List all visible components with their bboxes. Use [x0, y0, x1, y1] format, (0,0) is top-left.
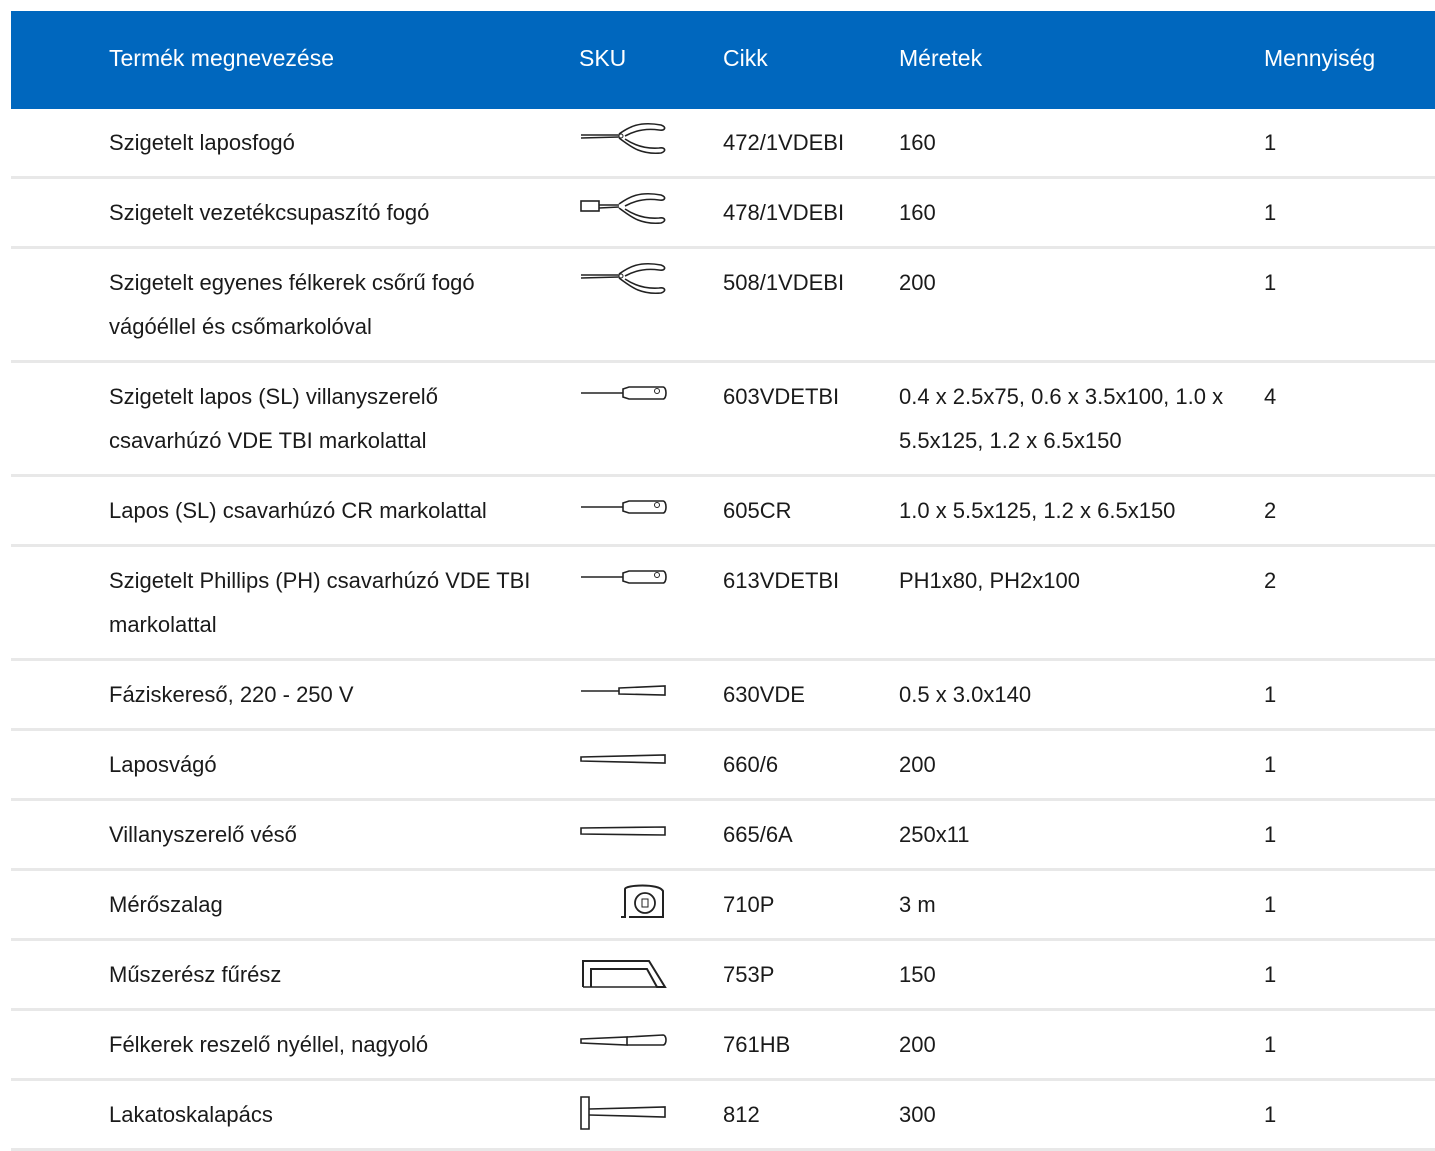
product-name: Villanyszerelő véső [109, 822, 297, 847]
file-icon [579, 1023, 669, 1063]
quantity: 1 [1264, 1102, 1277, 1127]
table-row: Villanyszerelő véső 665/6A 250x11 1 [11, 801, 1435, 871]
sku-cell [579, 941, 669, 988]
quantity: 2 [1264, 568, 1277, 593]
dimensions: 150 [899, 962, 936, 987]
product-table: Termék megnevezése SKU Cikk Méretek Menn… [11, 11, 1435, 1151]
table-row: Szigetelt egyenes félkerek csőrű fogó vá… [11, 249, 1435, 363]
quantity: 1 [1264, 682, 1277, 707]
hammer-icon [579, 1093, 669, 1133]
dimensions: 250x11 [899, 822, 970, 847]
table-row: Szigetelt Phillips (PH) csavarhúzó VDE T… [11, 547, 1435, 661]
article-number: 761HB [723, 1032, 791, 1057]
dimensions: 160 [899, 130, 936, 155]
quantity: 1 [1264, 270, 1277, 295]
table-row: Mérőszalag 710P 3 m 1 [11, 871, 1435, 941]
wire-stripper-icon [579, 191, 669, 231]
column-header-qty: Mennyiség [1264, 45, 1376, 71]
sku-cell [579, 547, 669, 584]
article-number: 605CR [723, 498, 792, 523]
table-row: Laposvágó 660/6 200 1 [11, 731, 1435, 801]
column-header-cikk: Cikk [723, 45, 768, 71]
dimensions: 1.0 x 5.5x125, 1.2 x 6.5x150 [899, 498, 1176, 523]
dimensions: 200 [899, 752, 936, 777]
product-name: Laposvágó [109, 752, 217, 777]
flat-chisel-icon [579, 743, 669, 783]
screwdriver-icon [579, 559, 669, 599]
quantity: 1 [1264, 200, 1277, 225]
pliers-icon [579, 121, 669, 161]
article-number: 472/1VDEBI [723, 130, 845, 155]
quantity: 4 [1264, 384, 1277, 409]
product-name: Szigetelt vezetékcsupaszító fogó [109, 200, 430, 225]
quantity: 1 [1264, 822, 1277, 847]
table-row: Műszerész fűrész 753P 150 1 [11, 941, 1435, 1011]
quantity: 1 [1264, 962, 1277, 987]
table-row: Szigetelt lapos (SL) villanyszerelő csav… [11, 363, 1435, 477]
dimensions: 200 [899, 1032, 936, 1057]
product-name: Szigetelt lapos (SL) villanyszerelő csav… [109, 384, 438, 453]
hacksaw-icon [579, 953, 669, 993]
table-body: Szigetelt laposfogó 472/1VDEBI 160 1 Szigete… [11, 109, 1435, 1151]
screwdriver-icon [579, 489, 669, 529]
product-name: Lapos (SL) csavarhúzó CR markolattal [109, 498, 487, 523]
dimensions: 3 m [899, 892, 936, 917]
chisel-icon [579, 813, 669, 853]
sku-cell [579, 477, 669, 514]
product-name: Műszerész fűrész [109, 962, 282, 987]
quantity: 1 [1264, 1032, 1277, 1057]
article-number: 603VDETBI [723, 384, 840, 409]
sku-cell [579, 179, 669, 225]
dimensions: PH1x80, PH2x100 [899, 568, 1080, 593]
sku-cell [579, 801, 669, 836]
sku-cell [579, 871, 669, 918]
table-row: Félkerek reszelő nyéllel, nagyoló 761HB 20… [11, 1011, 1435, 1081]
dimensions: 200 [899, 270, 936, 295]
quantity: 1 [1264, 130, 1277, 155]
tape-measure-icon [579, 883, 669, 923]
column-header-name: Termék megnevezése [109, 45, 334, 71]
table-row: Lapos (SL) csavarhúzó CR markolattal 605C… [11, 477, 1435, 547]
article-number: 508/1VDEBI [723, 270, 845, 295]
pliers-icon [579, 261, 669, 301]
screwdriver-icon [579, 375, 669, 415]
sku-cell [579, 661, 669, 696]
sku-cell [579, 249, 669, 295]
sku-cell [579, 363, 669, 400]
article-number: 812 [723, 1102, 760, 1127]
article-number: 613VDETBI [723, 568, 840, 593]
sku-cell [579, 731, 669, 764]
product-name: Szigetelt laposfogó [109, 130, 295, 155]
product-name: Félkerek reszelő nyéllel, nagyoló [109, 1032, 429, 1057]
sku-cell [579, 109, 669, 155]
sku-cell [579, 1011, 669, 1046]
table-row: Szigetelt vezetékcsupaszító fogó 478/1VDE… [11, 179, 1435, 249]
article-number: 710P [723, 892, 775, 917]
table-header: Termék megnevezése SKU Cikk Méretek Menn… [11, 11, 1435, 109]
article-number: 660/6 [723, 752, 779, 777]
article-number: 478/1VDEBI [723, 200, 845, 225]
dimensions: 0.4 x 2.5x75, 0.6 x 3.5x100, 1.0 x 5.5x1… [899, 384, 1224, 453]
column-header-sku: SKU [579, 45, 627, 71]
dimensions: 300 [899, 1102, 936, 1127]
column-header-dims: Méretek [899, 45, 983, 71]
product-name: Szigetelt egyenes félkerek csőrű fogó vá… [109, 270, 475, 339]
article-number: 665/6A [723, 822, 793, 847]
product-name: Lakatoskalapács [109, 1102, 273, 1127]
table-row: Lakatoskalapács 812 300 1 [11, 1081, 1435, 1151]
table-row: Fáziskereső, 220 - 250 V 630VDE 0.5 x 3.0x… [11, 661, 1435, 731]
voltage-tester-icon [579, 673, 669, 713]
quantity: 1 [1264, 892, 1277, 917]
product-name: Mérőszalag [109, 892, 223, 917]
product-name: Fáziskereső, 220 - 250 V [109, 682, 354, 707]
quantity: 2 [1264, 498, 1277, 523]
quantity: 1 [1264, 752, 1277, 777]
product-name: Szigetelt Phillips (PH) csavarhúzó VDE T… [109, 568, 531, 637]
article-number: 630VDE [723, 682, 805, 707]
sku-cell [579, 1081, 669, 1130]
dimensions: 0.5 x 3.0x140 [899, 682, 1032, 707]
dimensions: 160 [899, 200, 936, 225]
article-number: 753P [723, 962, 775, 987]
table-row: Szigetelt laposfogó 472/1VDEBI 160 1 [11, 109, 1435, 179]
